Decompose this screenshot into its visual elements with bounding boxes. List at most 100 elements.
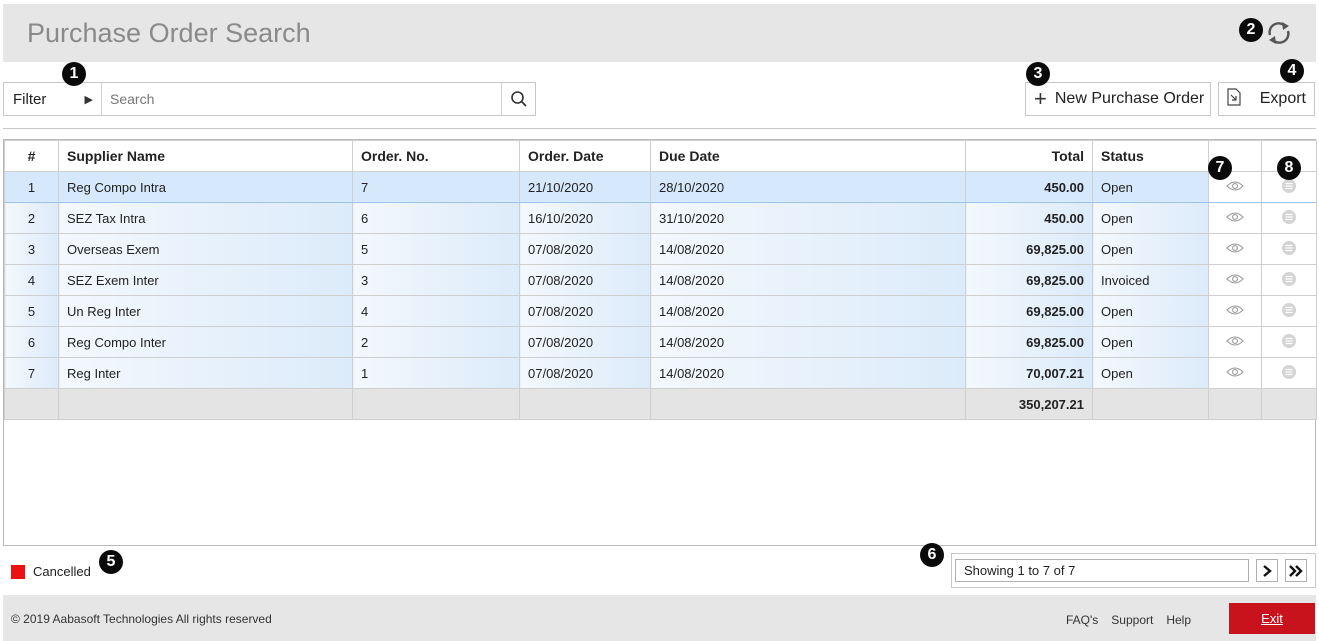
table-row[interactable]: 1 Reg Compo Intra 7 21/10/2020 28/10/2020 450… [4, 171, 1317, 203]
cell-total: 450.00 [965, 171, 1093, 203]
faq-link[interactable]: FAQ's [1066, 613, 1098, 627]
cell-num: 4 [4, 264, 59, 296]
status-legend: Cancelled [11, 564, 91, 579]
table-row[interactable]: 5 Un Reg Inter 4 07/08/2020 14/08/2020 69,825… [4, 295, 1317, 327]
eye-icon[interactable] [1226, 242, 1244, 257]
col-header-total[interactable]: Total [965, 140, 1093, 172]
export-label: Export [1259, 90, 1306, 107]
purchase-order-table: # Supplier Name Order. No. Order. Date D… [4, 140, 1317, 420]
table-row[interactable]: 3 Overseas Exem 5 07/08/2020 14/08/2020 69,82… [4, 233, 1317, 265]
cell-due-date: 28/10/2020 [650, 171, 966, 203]
cell-view [1208, 326, 1262, 358]
cell-num: 6 [4, 326, 59, 358]
total-cell-empty [1208, 388, 1262, 420]
support-link[interactable]: Support [1111, 613, 1153, 627]
cell-supplier: SEZ Exem Inter [58, 264, 353, 296]
total-cell-empty [4, 388, 59, 420]
col-header-order-date[interactable]: Order. Date [519, 140, 651, 172]
toolbar-divider [3, 128, 1316, 129]
cell-menu [1261, 295, 1317, 327]
table-row[interactable]: 7 Reg Inter 1 07/08/2020 14/08/2020 70,007.21… [4, 357, 1317, 389]
page-header: Purchase Order Search [3, 4, 1316, 62]
cell-status: Open [1092, 202, 1209, 234]
purchase-order-grid: # Supplier Name Order. No. Order. Date D… [3, 139, 1317, 546]
cell-order-no: 2 [352, 326, 520, 358]
total-cell-empty [1092, 388, 1209, 420]
cell-status: Open [1092, 295, 1209, 327]
cell-status: Open [1092, 171, 1209, 203]
play-right-icon: ▶ [84, 93, 93, 106]
table-total-row: 350,207.21 [4, 388, 1317, 420]
total-cell-empty [58, 388, 353, 420]
cell-num: 3 [4, 233, 59, 265]
cell-due-date: 14/08/2020 [650, 264, 966, 296]
col-header-status[interactable]: Status [1092, 140, 1209, 172]
cell-status: Open [1092, 326, 1209, 358]
search-input[interactable] [102, 83, 501, 115]
cell-menu [1261, 357, 1317, 389]
col-header-num[interactable]: # [4, 140, 59, 172]
footer-bar: © 2019 Aabasoft Technologies All rights … [3, 595, 1316, 641]
exit-button[interactable]: Exit [1229, 603, 1315, 634]
cell-view [1208, 233, 1262, 265]
cell-num: 7 [4, 357, 59, 389]
eye-icon[interactable] [1226, 304, 1244, 319]
cell-order-date: 07/08/2020 [519, 295, 651, 327]
cell-status: Invoiced [1092, 264, 1209, 296]
eye-icon[interactable] [1226, 211, 1244, 226]
table-row[interactable]: 2 SEZ Tax Intra 6 16/10/2020 31/10/2020 450.0… [4, 202, 1317, 234]
filter-button[interactable]: Filter ▶ [4, 83, 102, 115]
cell-order-date: 07/08/2020 [519, 357, 651, 389]
cell-supplier: Un Reg Inter [58, 295, 353, 327]
callout-badge-8: 8 [1277, 156, 1301, 180]
callout-badge-7: 7 [1208, 156, 1232, 180]
cell-order-no: 5 [352, 233, 520, 265]
menu-circle-icon[interactable] [1281, 364, 1297, 383]
table-row[interactable]: 4 SEZ Exem Inter 3 07/08/2020 14/08/2020 69,8… [4, 264, 1317, 296]
callout-badge-1: 1 [62, 62, 86, 86]
cell-view [1208, 295, 1262, 327]
pager-status: Showing 1 to 7 of 7 [955, 559, 1249, 582]
cell-due-date: 31/10/2020 [650, 202, 966, 234]
menu-circle-icon[interactable] [1281, 333, 1297, 352]
col-header-order-no[interactable]: Order. No. [352, 140, 520, 172]
export-document-icon [1225, 87, 1243, 112]
eye-icon[interactable] [1226, 366, 1244, 381]
cell-view [1208, 357, 1262, 389]
cell-order-date: 07/08/2020 [519, 233, 651, 265]
cell-menu [1261, 326, 1317, 358]
help-link[interactable]: Help [1166, 613, 1191, 627]
menu-circle-icon[interactable] [1281, 178, 1297, 197]
cell-num: 5 [4, 295, 59, 327]
eye-icon[interactable] [1226, 273, 1244, 288]
copyright-text: © 2019 Aabasoft Technologies All rights … [11, 612, 272, 626]
cell-supplier: Overseas Exem [58, 233, 353, 265]
refresh-icon[interactable] [1264, 18, 1294, 48]
menu-circle-icon[interactable] [1281, 209, 1297, 228]
chevron-right-icon[interactable] [1256, 559, 1278, 582]
cell-supplier: Reg Inter [58, 357, 353, 389]
cell-num: 1 [4, 171, 59, 203]
table-row[interactable]: 6 Reg Compo Inter 2 07/08/2020 14/08/2020 69,… [4, 326, 1317, 358]
cell-menu [1261, 264, 1317, 296]
menu-circle-icon[interactable] [1281, 302, 1297, 321]
col-header-supplier[interactable]: Supplier Name [58, 140, 353, 172]
total-cell-empty [352, 388, 520, 420]
eye-icon[interactable] [1226, 335, 1244, 350]
search-icon[interactable] [501, 83, 535, 115]
eye-icon[interactable] [1226, 180, 1244, 195]
cell-due-date: 14/08/2020 [650, 233, 966, 265]
total-cell-empty [519, 388, 651, 420]
col-header-due-date[interactable]: Due Date [650, 140, 966, 172]
menu-circle-icon[interactable] [1281, 240, 1297, 259]
double-chevron-right-icon[interactable] [1285, 559, 1307, 582]
menu-circle-icon[interactable] [1281, 271, 1297, 290]
new-purchase-order-button[interactable]: + New Purchase Order [1025, 82, 1211, 116]
cell-total: 69,825.00 [965, 264, 1093, 296]
cell-order-date: 21/10/2020 [519, 171, 651, 203]
cell-order-date: 07/08/2020 [519, 326, 651, 358]
export-button[interactable]: Export [1218, 82, 1315, 116]
cell-view [1208, 202, 1262, 234]
cell-total: 69,825.00 [965, 233, 1093, 265]
total-cell-empty [650, 388, 966, 420]
